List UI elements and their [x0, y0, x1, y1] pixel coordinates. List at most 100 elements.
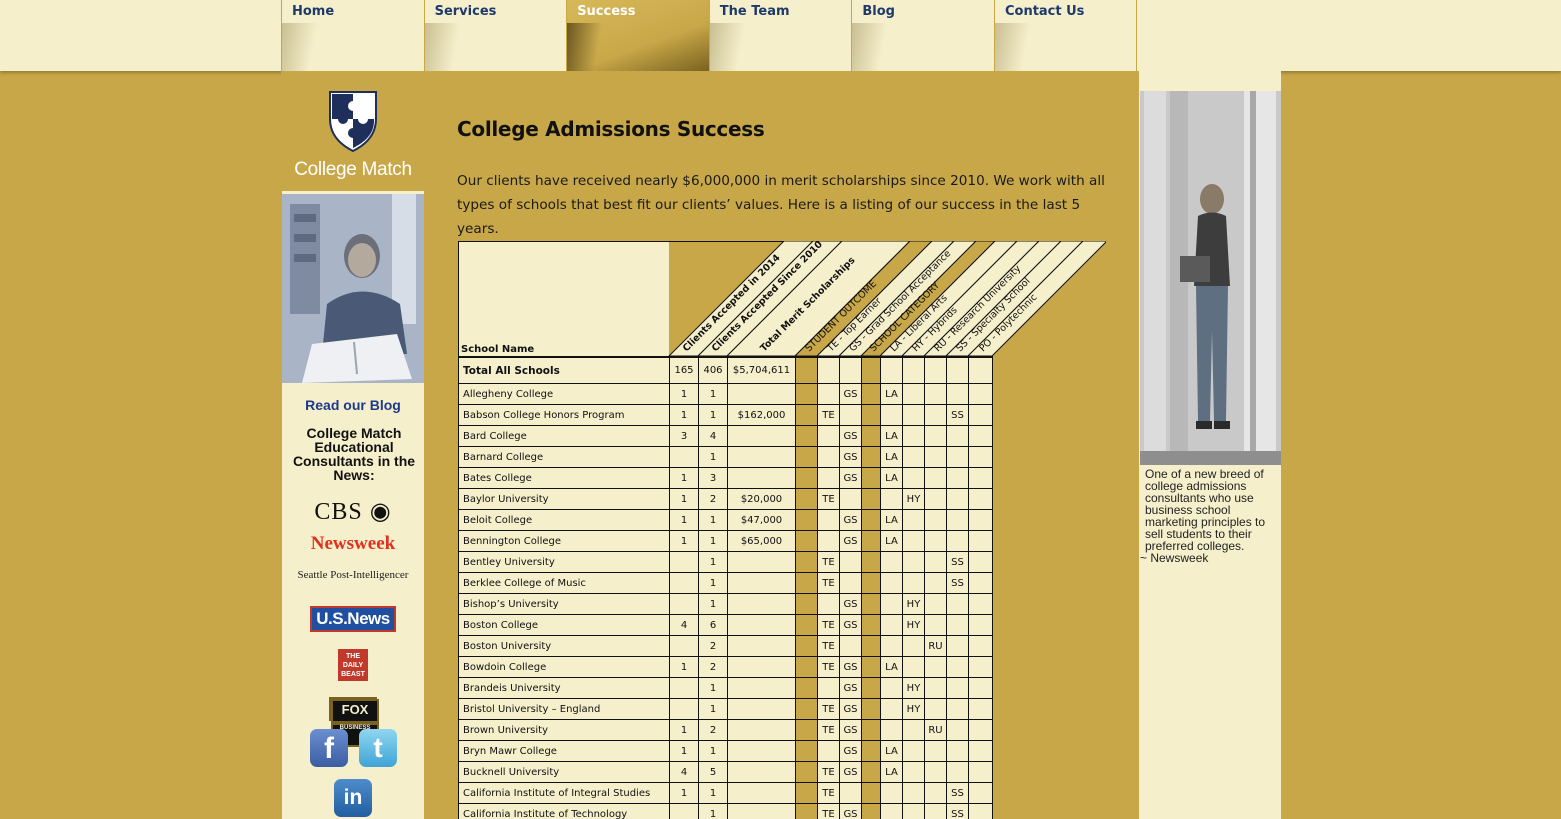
table-cell-name: Bucknell University [458, 762, 669, 782]
cbs-text: CBS [314, 499, 363, 525]
table-cell-ru [924, 762, 946, 782]
table-cell-name: Bryn Mawr College [458, 741, 669, 761]
linkedin-icon[interactable]: in [334, 779, 372, 817]
table-cell-gs: GS [839, 762, 861, 782]
table-row: Boston University 2 TE RU [458, 635, 993, 656]
shield-puzzle-icon [329, 91, 377, 153]
table-cell-sc [861, 531, 880, 551]
daily-beast-logo[interactable]: THE DAILY BEAST [282, 649, 424, 681]
table-cell-name: Bennington College [458, 531, 669, 551]
seattle-pi-logo[interactable]: Seattle Post-Intelligencer [282, 569, 424, 581]
twitter-icon[interactable]: t [359, 729, 397, 767]
table-cell-so [795, 426, 817, 446]
fox-business-logo[interactable]: FOX BUSINESS [282, 697, 424, 747]
table-cell-ss [946, 426, 968, 446]
table-cell-ss: SS [946, 552, 968, 572]
nav-success[interactable]: Success [566, 0, 709, 71]
table-cell-hy [902, 720, 924, 740]
table-cell-sc [861, 699, 880, 719]
facebook-icon[interactable]: f [310, 729, 348, 767]
nav-the-team[interactable]: The Team [708, 0, 852, 71]
table-cell-te [817, 384, 839, 404]
table-cell-hy [902, 552, 924, 572]
table-cell-ru [924, 678, 946, 698]
table-cell-ru [924, 468, 946, 488]
table-cell-merit: $5,704,611 [727, 358, 795, 383]
table-cell-te: TE [817, 573, 839, 593]
table-cell-hy [902, 426, 924, 446]
table-cell-so [795, 489, 817, 509]
table-cell-hy [902, 384, 924, 404]
table-cell-ss [946, 699, 968, 719]
table-cell-name: Beloit College [458, 510, 669, 530]
table-cell-gs [839, 783, 861, 803]
table-cell-sc [861, 720, 880, 740]
table-cell-sc [861, 573, 880, 593]
table-cell-hy [902, 762, 924, 782]
table-cell-ru [924, 594, 946, 614]
page-title: College Admissions Success [457, 117, 765, 141]
us-news-logo[interactable]: U.S.News [282, 606, 424, 632]
table-cell-name: Brown University [458, 720, 669, 740]
table-cell-te [817, 510, 839, 530]
table-cell-name: Bristol University – England [458, 699, 669, 719]
table-cell-sc [861, 678, 880, 698]
table-cell-ru [924, 615, 946, 635]
nav-contact-us[interactable]: Contact Us [993, 0, 1137, 71]
table-row: Boston College 4 6 TE GS HY [458, 614, 993, 635]
nav-blog[interactable]: Blog [851, 0, 994, 71]
table-cell-y2014: 165 [669, 358, 698, 383]
table-cell-ss: SS [946, 573, 968, 593]
read-blog-link[interactable]: Read our Blog [282, 397, 424, 413]
table-cell-y2014 [669, 552, 698, 572]
table-cell-ru [924, 384, 946, 404]
table-cell-gs [839, 636, 861, 656]
nav-services[interactable]: Services [423, 0, 567, 71]
college-match-logo[interactable]: College Match [282, 89, 424, 181]
table-cell-so [795, 678, 817, 698]
table-cell-so [795, 699, 817, 719]
table-cell-since2010: 2 [698, 720, 727, 740]
table-cell-te: TE [817, 699, 839, 719]
table-cell-name: Bard College [458, 426, 669, 446]
newsweek-logo[interactable]: Newsweek [282, 533, 424, 555]
table-cell-po [968, 762, 992, 782]
table-row: Bucknell University 4 5 TE GS LA [458, 761, 993, 782]
table-cell-sc [861, 657, 880, 677]
table-cell-ss [946, 531, 968, 551]
intro-paragraph: Our clients have received nearly $6,000,… [457, 173, 1105, 237]
table-cell-la [880, 615, 902, 635]
table-cell-te [817, 741, 839, 761]
table-row: Brandeis University 1 GS HY [458, 677, 993, 698]
table-cell-y2014: 4 [669, 762, 698, 782]
table-cell-merit [727, 552, 795, 572]
table-cell-te: TE [817, 657, 839, 677]
table-cell-merit [727, 699, 795, 719]
table-cell-ru [924, 573, 946, 593]
table-cell-so [795, 552, 817, 572]
table-cell-ss [946, 636, 968, 656]
table-cell-since2010: 1 [698, 510, 727, 530]
table-cell-merit: $65,000 [727, 531, 795, 551]
table-cell-name: Allegheny College [458, 384, 669, 404]
table-cell-y2014: 1 [669, 783, 698, 803]
table-cell-so [795, 447, 817, 467]
nav-home[interactable]: Home [281, 0, 424, 71]
table-cell-gs: GS [839, 804, 861, 819]
newsweek-quote: One of a new breed of college admissions… [1145, 467, 1266, 553]
table-cell-te: TE [817, 804, 839, 819]
table-cell-gs: GS [839, 741, 861, 761]
table-row: Berklee College of Music 1 TE SS [458, 572, 993, 593]
table-cell-ss [946, 447, 968, 467]
table-cell-te: TE [817, 762, 839, 782]
table-cell-po [968, 552, 992, 572]
table-cell-ss: SS [946, 405, 968, 425]
table-cell-gs: GS [839, 447, 861, 467]
table-cell-po [968, 678, 992, 698]
table-row: Bristol University – England 1 TE GS HY [458, 698, 993, 719]
cbs-logo[interactable]: CBS ◉ [282, 497, 424, 526]
table-cell-so [795, 762, 817, 782]
table-cell-po [968, 468, 992, 488]
table-cell-gs: GS [839, 678, 861, 698]
table-cell-po [968, 489, 992, 509]
